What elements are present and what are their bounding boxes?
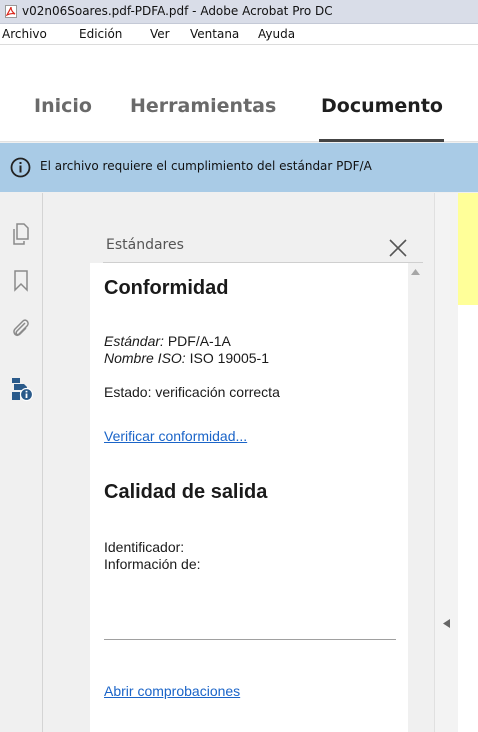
verificar-conformidad-link[interactable]: Verificar conformidad... [104, 428, 247, 444]
estandar-row: Estándar: PDF/A-1A [104, 333, 231, 349]
info-message: El archivo requiere el cumplimiento del … [40, 159, 372, 173]
iso-label: Nombre ISO: [104, 350, 186, 366]
menu-ver[interactable]: Ver [150, 24, 170, 44]
informacion-label: Información de: [104, 556, 201, 572]
estado-text: Estado: verificación correcta [104, 384, 280, 400]
abrir-comprobaciones-link[interactable]: Abrir comprobaciones [104, 683, 240, 699]
menu-archivo[interactable]: Archivo [2, 24, 47, 44]
section-divider [104, 639, 396, 640]
info-icon [10, 157, 31, 178]
title-bar: v02n06Soares.pdf-PDFA.pdf - Adobe Acroba… [0, 0, 478, 24]
panel-content: Conformidad Estándar: PDF/A-1A Nombre IS… [90, 263, 408, 732]
scroll-up-arrow-icon[interactable] [411, 269, 420, 275]
document-highlight [458, 193, 478, 305]
menu-ayuda[interactable]: Ayuda [258, 24, 295, 44]
heading-calidad-salida: Calidad de salida [104, 481, 268, 503]
collapse-left-arrow-icon[interactable] [443, 619, 450, 628]
pdfa-info-bar: El archivo requiere el cumplimiento del … [0, 143, 478, 192]
left-navigation-rail [0, 193, 43, 732]
standards-panel: Estándares Conformidad Estándar: PDF/A-1… [43, 193, 434, 732]
close-icon[interactable] [388, 238, 408, 258]
pages-icon[interactable] [8, 221, 34, 247]
panel-title: Estándares [106, 237, 184, 253]
bookmark-icon[interactable] [8, 268, 34, 294]
standards-info-icon[interactable] [8, 375, 36, 403]
estandar-value: PDF/A-1A [167, 333, 231, 349]
estandar-label: Estándar: [104, 333, 164, 349]
window-title: v02n06Soares.pdf-PDFA.pdf - Adobe Acroba… [22, 4, 333, 18]
menu-edicion[interactable]: Edición [79, 24, 122, 44]
panel-scrollbar[interactable] [408, 263, 423, 732]
iso-row: Nombre ISO: ISO 19005-1 [104, 350, 269, 366]
panel-collapse-handle[interactable] [434, 193, 459, 732]
main-tab-bar: Inicio Herramientas Documento [0, 45, 478, 142]
menu-ventana[interactable]: Ventana [190, 24, 239, 44]
pdf-file-icon [5, 5, 17, 18]
active-tab-underline [319, 139, 444, 142]
heading-conformidad: Conformidad [104, 277, 229, 299]
tab-documento[interactable]: Documento [321, 95, 443, 117]
attachment-icon[interactable] [8, 315, 34, 341]
document-view[interactable] [458, 193, 478, 732]
iso-value: ISO 19005-1 [189, 350, 269, 366]
tab-inicio[interactable]: Inicio [34, 95, 92, 117]
tab-herramientas[interactable]: Herramientas [130, 95, 276, 117]
identificador-label: Identificador: [104, 539, 185, 555]
menu-bar: Archivo Edición Ver Ventana Ayuda [0, 24, 478, 45]
